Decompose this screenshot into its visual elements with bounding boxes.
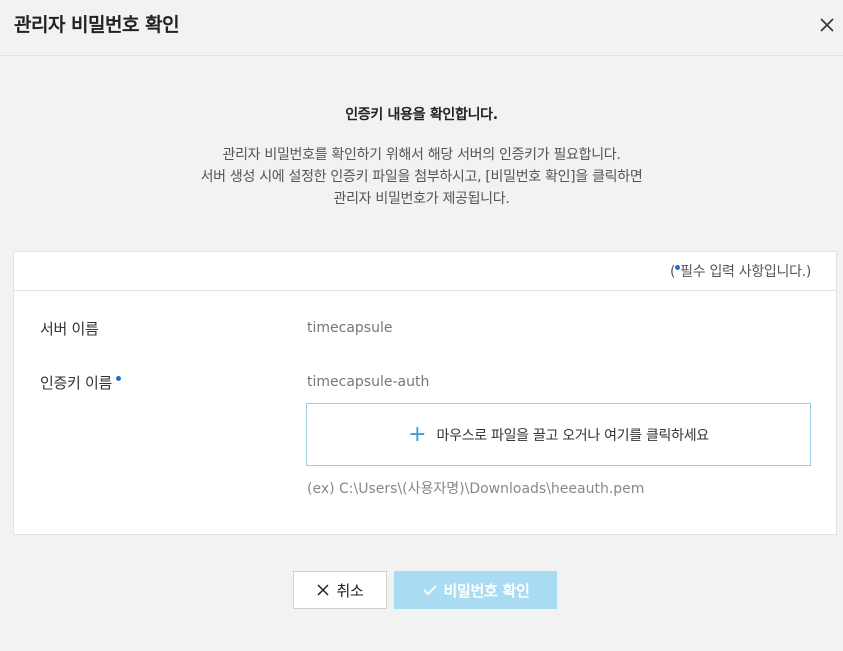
- close-icon: [317, 584, 330, 596]
- intro-line: 관리자 비밀번호를 확인하기 위해서 해당 서버의 인증키가 필요합니다.: [222, 147, 621, 163]
- dialog-header: 관리자 비밀번호 확인: [0, 0, 843, 56]
- close-icon[interactable]: [817, 15, 837, 35]
- example-path: (ex) C:\Users\(사용자명)\Downloads\heeauth.p…: [307, 481, 645, 497]
- dropzone-text: 마우스로 파일을 끌고 오거나 여기를 클릭하세요: [436, 427, 710, 444]
- check-icon: [422, 585, 437, 596]
- intro-line: 서버 생성 시에 설정한 인증키 파일을 첨부하시고, [비밀번호 확인]을 클…: [200, 169, 643, 185]
- server-name-label: 서버 이름: [40, 320, 99, 338]
- dialog-title: 관리자 비밀번호 확인: [14, 14, 180, 36]
- required-notice-bar: (필수 입력 사항입니다.): [14, 252, 836, 291]
- form-panel: (필수 입력 사항입니다.) 서버 이름 timecapsule 인증키 이름 …: [13, 251, 837, 535]
- file-dropzone[interactable]: + 마우스로 파일을 끌고 오거나 여기를 클릭하세요: [306, 403, 811, 466]
- cancel-label: 취소: [336, 581, 364, 600]
- intro-line: 관리자 비밀번호가 제공됩니다.: [333, 191, 510, 207]
- required-notice: (필수 입력 사항입니다.): [670, 261, 811, 281]
- plus-icon: +: [408, 421, 427, 447]
- intro-heading: 인증키 내용을 확인합니다.: [345, 107, 498, 123]
- intro-description: 관리자 비밀번호를 확인하기 위해서 해당 서버의 인증키가 필요합니다. 서버…: [0, 144, 843, 210]
- cancel-button[interactable]: 취소: [293, 571, 387, 609]
- required-dot-icon: [116, 376, 122, 381]
- required-note-text: 필수 입력 사항입니다.): [680, 264, 811, 280]
- auth-key-value: timecapsule-auth: [307, 374, 430, 390]
- auth-key-label-row: 인증키 이름: [40, 372, 122, 393]
- server-name-value: timecapsule: [307, 320, 393, 336]
- intro-section: 인증키 내용을 확인합니다. 관리자 비밀번호를 확인하기 위해서 해당 서버의…: [0, 104, 843, 210]
- confirm-password-button[interactable]: 비밀번호 확인: [394, 571, 557, 609]
- confirm-label: 비밀번호 확인: [443, 581, 530, 600]
- auth-key-label: 인증키 이름: [40, 374, 112, 392]
